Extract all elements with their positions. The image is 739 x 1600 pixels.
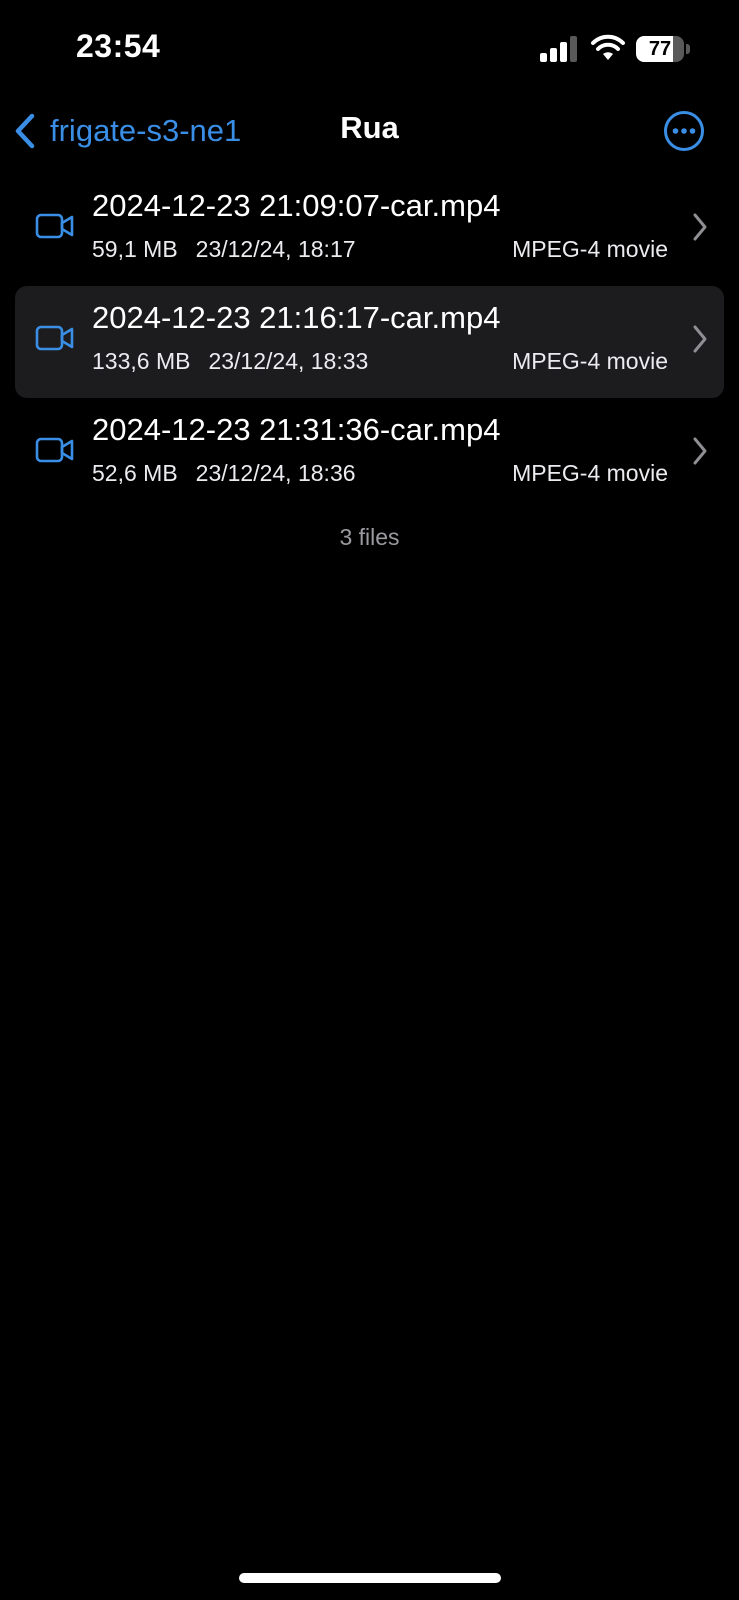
battery-indicator: 77 xyxy=(636,36,690,62)
file-meta: 52,6 MB 23/12/24, 18:36 xyxy=(92,460,356,487)
file-name: 2024-12-23 21:09:07-car.mp4 xyxy=(92,188,501,223)
video-camera-icon xyxy=(35,325,74,351)
wifi-icon xyxy=(591,34,625,60)
video-camera-icon xyxy=(35,437,74,463)
file-size: 59,1 MB xyxy=(92,236,178,262)
file-date: 23/12/24, 18:36 xyxy=(195,460,356,486)
page-title: Rua xyxy=(340,110,399,145)
battery-icon: 77 xyxy=(636,36,684,62)
file-name: 2024-12-23 21:16:17-car.mp4 xyxy=(92,300,501,335)
file-list: 2024-12-23 21:09:07-car.mp4 59,1 MB 23/12… xyxy=(15,174,724,510)
ellipsis-circle-icon[interactable] xyxy=(663,110,705,152)
video-camera-icon xyxy=(35,213,74,239)
chevron-right-icon xyxy=(693,437,707,465)
file-row[interactable]: 2024-12-23 21:09:07-car.mp4 59,1 MB 23/12… xyxy=(15,174,724,286)
file-row[interactable]: 2024-12-23 21:16:17-car.mp4 133,6 MB 23/1… xyxy=(15,286,724,398)
file-size: 133,6 MB xyxy=(92,348,191,374)
file-kind: MPEG-4 movie xyxy=(512,236,668,262)
file-kind: MPEG-4 movie xyxy=(512,460,668,486)
file-kind: MPEG-4 movie xyxy=(512,348,668,374)
chevron-right-icon xyxy=(693,325,707,353)
file-name: 2024-12-23 21:31:36-car.mp4 xyxy=(92,412,501,447)
status-time: 23:54 xyxy=(76,28,161,64)
cellular-signal-icon xyxy=(540,36,577,62)
chevron-right-icon xyxy=(693,213,707,241)
file-meta: 133,6 MB 23/12/24, 18:33 xyxy=(92,348,368,375)
file-date: 23/12/24, 18:17 xyxy=(195,236,356,262)
files-app-screen: 23:54 77 frigate-s3-ne1 Rua 2024-12-23 2… xyxy=(0,0,739,1600)
file-count: 3 files xyxy=(339,524,400,550)
file-date: 23/12/24, 18:33 xyxy=(208,348,369,374)
home-indicator[interactable] xyxy=(239,1573,501,1583)
battery-level: 77 xyxy=(648,38,672,60)
file-size: 52,6 MB xyxy=(92,460,178,486)
file-meta: 59,1 MB 23/12/24, 18:17 xyxy=(92,236,356,263)
battery-tip xyxy=(686,44,690,54)
file-row[interactable]: 2024-12-23 21:31:36-car.mp4 52,6 MB 23/12… xyxy=(15,398,724,510)
